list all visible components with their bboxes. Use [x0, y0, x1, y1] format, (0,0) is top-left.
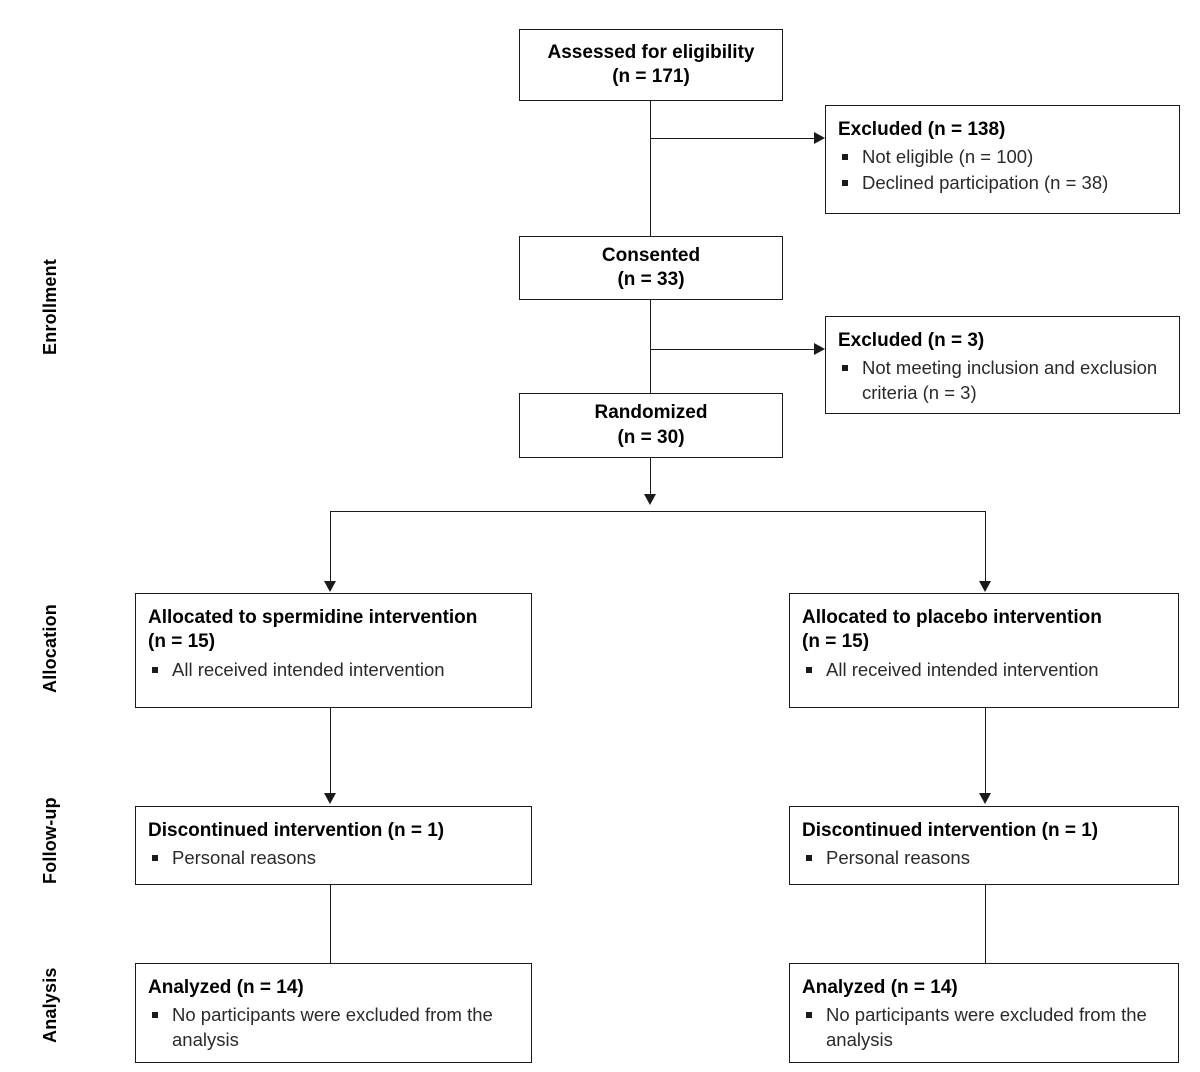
node-excluded-criteria: Excluded (n = 3) Not meeting inclusion a…: [825, 316, 1180, 414]
arrowhead-placebo-allocation: [979, 581, 991, 592]
arrowhead-placebo-followup: [979, 793, 991, 804]
list-item-label: No participants were excluded from the a…: [172, 1004, 493, 1050]
arrowhead-excluded-1: [814, 132, 825, 144]
node-count: (n = 15): [148, 631, 216, 653]
arrowhead-excluded-2: [814, 343, 825, 355]
list-item-label: Personal reasons: [826, 847, 970, 869]
node-followup-placebo: Discontinued intervention (n = 1) Person…: [789, 806, 1179, 885]
connector-randomized-down: [650, 458, 651, 494]
connector-assessed-to-consented: [650, 101, 651, 236]
connector-consented-to-randomized: [650, 300, 651, 393]
list-item-label: No participants were excluded from the a…: [826, 1004, 1147, 1050]
bullet-square-icon: [152, 1012, 158, 1019]
node-title: Discontinued intervention (n = 1): [802, 820, 1099, 841]
list-item: All received intended intervention: [148, 658, 519, 682]
list-item-label: Not eligible (n = 100): [862, 146, 1034, 168]
bullet-square-icon: [152, 666, 158, 673]
connector-placebo-followup-to-analysis: [985, 885, 986, 963]
node-allocated-placebo: Allocated to placebo intervention (n = 1…: [789, 593, 1179, 708]
node-randomized: Randomized (n = 30): [519, 393, 783, 458]
node-title: Analyzed (n = 14): [802, 977, 958, 998]
list-item-label: Not meeting inclusion and exclusion crit…: [862, 357, 1158, 403]
connector-allocation-split-bar: [330, 511, 986, 512]
node-title: Allocated to placebo intervention: [802, 607, 1102, 628]
node-count: (n = 33): [617, 269, 685, 290]
node-bullet-list: All received intended intervention: [802, 658, 1166, 683]
connector-split-to-placebo: [985, 511, 986, 581]
bullet-square-icon: [806, 1012, 812, 1019]
node-bullet-list: Personal reasons: [148, 846, 519, 871]
connector-spermidine-followup-to-analysis: [330, 885, 331, 963]
node-title: Discontinued intervention (n = 1): [148, 820, 445, 841]
bullet-square-icon: [842, 179, 848, 186]
node-bullet-list: Not eligible (n = 100) Declined particip…: [838, 145, 1167, 196]
list-item: Not meeting inclusion and exclusion crit…: [838, 356, 1167, 405]
node-bullet-list: No participants were excluded from the a…: [802, 1003, 1166, 1053]
consort-flow-diagram: Enrollment Allocation Follow-up Analysis…: [0, 0, 1200, 1072]
node-count: (n = 171): [612, 66, 690, 87]
node-bullet-list: Personal reasons: [802, 846, 1166, 871]
node-consented: Consented (n = 33): [519, 236, 783, 300]
node-title: Consented: [601, 244, 701, 266]
list-item-label: All received intended intervention: [826, 658, 1099, 680]
node-title: Allocated to spermidine intervention: [148, 607, 478, 628]
list-item: Personal reasons: [802, 846, 1166, 870]
bullet-square-icon: [152, 855, 158, 862]
node-bullet-list: All received intended intervention: [148, 658, 519, 683]
bullet-square-icon: [806, 855, 812, 862]
list-item-label: Personal reasons: [172, 847, 316, 869]
connector-to-excluded-2: [650, 349, 816, 350]
node-analysis-spermidine: Analyzed (n = 14) No participants were e…: [135, 963, 532, 1063]
node-title: Randomized: [594, 402, 708, 424]
list-item-label: Declined participation (n = 38): [862, 171, 1109, 193]
node-followup-spermidine: Discontinued intervention (n = 1) Person…: [135, 806, 532, 885]
node-assessed-for-eligibility: Assessed for eligibility (n = 171): [519, 29, 783, 101]
node-allocated-spermidine: Allocated to spermidine intervention (n …: [135, 593, 532, 708]
bullet-square-icon: [806, 666, 812, 673]
arrowhead-randomized-split: [644, 494, 656, 505]
node-count: (n = 30): [617, 426, 685, 448]
arrowhead-spermidine-followup: [324, 793, 336, 804]
list-item: No participants were excluded from the a…: [802, 1003, 1166, 1052]
connector-split-to-spermidine: [330, 511, 331, 581]
node-analysis-placebo: Analyzed (n = 14) No participants were e…: [789, 963, 1179, 1063]
node-bullet-list: No participants were excluded from the a…: [148, 1003, 519, 1053]
connector-placebo-allocation-to-followup: [985, 708, 986, 793]
bullet-square-icon: [842, 365, 848, 372]
connector-to-excluded-1: [650, 138, 816, 139]
node-excluded-eligibility: Excluded (n = 138) Not eligible (n = 100…: [825, 105, 1180, 214]
node-title: Excluded (n = 138): [838, 119, 1006, 140]
stage-label-enrollment: Enrollment: [40, 258, 60, 355]
connector-spermidine-allocation-to-followup: [330, 708, 331, 793]
list-item: Personal reasons: [148, 846, 519, 870]
stage-label-allocation: Allocation: [40, 603, 60, 693]
node-title: Excluded (n = 3): [838, 330, 985, 351]
node-bullet-list: Not meeting inclusion and exclusion crit…: [838, 356, 1167, 406]
list-item-label: All received intended intervention: [172, 658, 445, 680]
stage-label-follow-up: Follow-up: [40, 797, 60, 884]
node-title: Analyzed (n = 14): [148, 977, 304, 998]
list-item: Declined participation (n = 38): [838, 171, 1167, 195]
list-item: All received intended intervention: [802, 658, 1166, 682]
arrowhead-spermidine-allocation: [324, 581, 336, 592]
node-title: Assessed for eligibility: [547, 41, 755, 63]
bullet-square-icon: [842, 154, 848, 161]
list-item: No participants were excluded from the a…: [148, 1003, 519, 1052]
stage-label-analysis: Analysis: [40, 967, 60, 1043]
list-item: Not eligible (n = 100): [838, 145, 1167, 169]
node-count: (n = 15): [802, 631, 870, 653]
